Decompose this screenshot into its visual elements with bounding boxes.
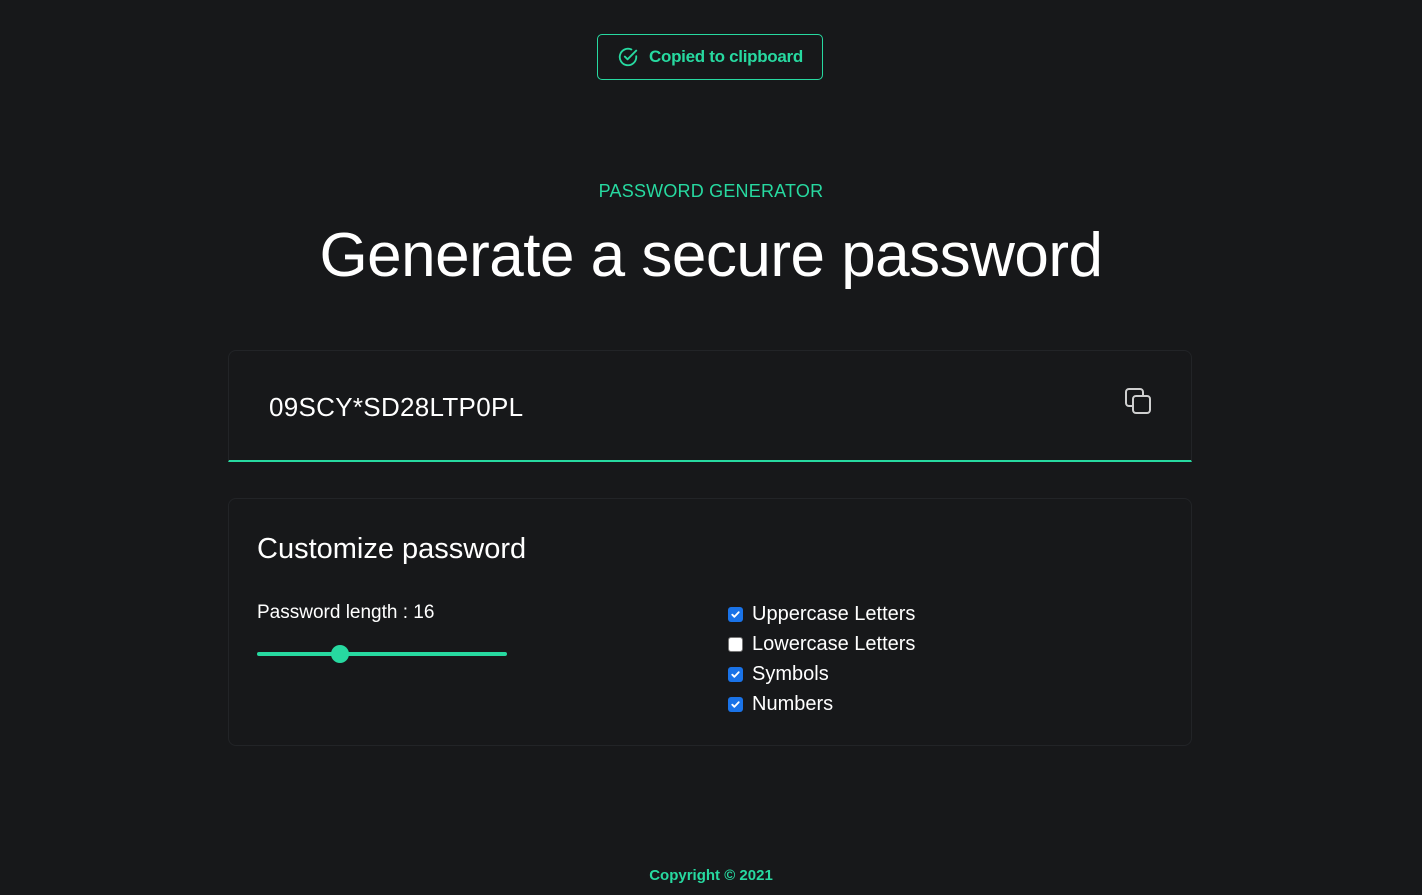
character-options: Uppercase Letters Lowercase Letters Symbol… bbox=[728, 599, 915, 719]
checkbox[interactable] bbox=[728, 606, 743, 622]
option-lowercase-letters[interactable]: Lowercase Letters bbox=[728, 629, 915, 659]
password-output-card: 09SCY*SD28LTP0PL bbox=[228, 350, 1192, 462]
customize-card: Customize password Password length : 16 … bbox=[228, 498, 1192, 746]
check-circle-icon bbox=[618, 47, 638, 67]
option-label: Symbols bbox=[752, 662, 829, 685]
page-eyebrow: PASSWORD GENERATOR bbox=[598, 181, 824, 201]
option-symbols[interactable]: Symbols bbox=[728, 659, 915, 689]
checkmark-icon bbox=[731, 610, 740, 618]
option-label: Uppercase Letters bbox=[752, 602, 916, 625]
checkbox[interactable] bbox=[728, 666, 743, 682]
option-label: Numbers bbox=[752, 692, 834, 715]
option-numbers[interactable]: Numbers bbox=[728, 689, 915, 719]
checkmark-icon bbox=[731, 700, 740, 708]
slider-track[interactable] bbox=[257, 652, 507, 656]
generated-password[interactable]: 09SCY*SD28LTP0PL bbox=[269, 392, 523, 423]
password-length-label: Password length : 16 bbox=[257, 602, 435, 623]
password-length-slider[interactable] bbox=[257, 645, 507, 663]
checkmark-icon bbox=[731, 670, 740, 678]
slider-thumb[interactable] bbox=[330, 645, 349, 663]
page-title: Generate a secure password bbox=[319, 221, 1103, 290]
copy-icon bbox=[1125, 388, 1151, 414]
option-uppercase-letters[interactable]: Uppercase Letters bbox=[728, 599, 915, 629]
toast-message: Copied to clipboard bbox=[649, 47, 803, 66]
checkbox[interactable] bbox=[728, 696, 743, 712]
customize-title: Customize password bbox=[257, 533, 527, 565]
copy-button[interactable] bbox=[1121, 384, 1155, 418]
clipboard-toast: Copied to clipboard bbox=[597, 34, 823, 80]
option-label: Lowercase Letters bbox=[752, 632, 916, 655]
checkbox[interactable] bbox=[728, 636, 743, 652]
copyright-footer: Copyright © 2021 bbox=[649, 867, 773, 884]
